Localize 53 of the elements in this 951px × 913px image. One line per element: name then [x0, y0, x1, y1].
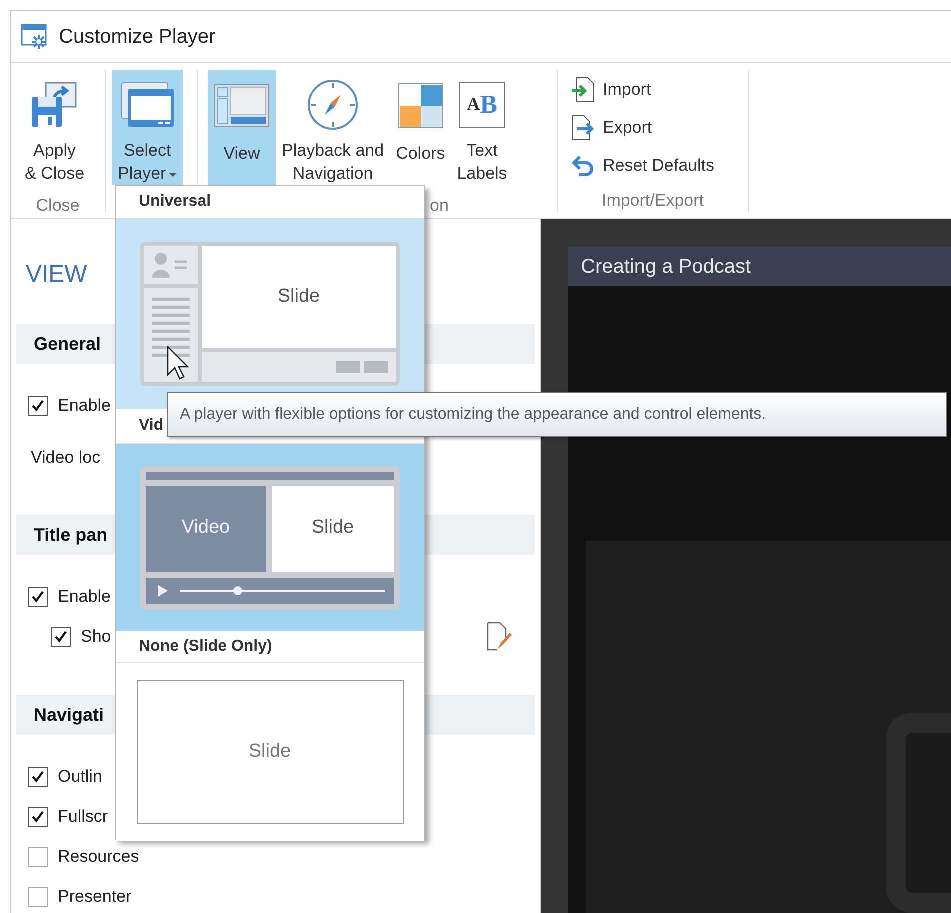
ribbon-small-button[interactable]: Export [571, 114, 714, 142]
floppy-disk-icon [30, 80, 80, 128]
text-style-icon: AB [459, 82, 506, 128]
ribbon-button[interactable]: Playback and Navigation [276, 70, 390, 185]
ribbon-group-label: Close [36, 195, 80, 217]
slide-label: Slide [312, 516, 354, 540]
window-title: Customize Player [59, 24, 216, 50]
course-title: Creating a Podcast [581, 254, 752, 280]
ribbon-button[interactable]: View [208, 70, 276, 185]
option-label: Outlin [58, 766, 102, 788]
option-label: Video loc [31, 446, 101, 468]
window-gear-icon [21, 24, 49, 50]
edit-document-icon[interactable] [486, 622, 512, 652]
option-label: Enable [58, 586, 111, 608]
undo-arrow-icon [571, 154, 595, 178]
import-document-icon [571, 77, 595, 103]
checkbox[interactable] [51, 627, 71, 647]
video-label: Video [182, 516, 230, 540]
player-option[interactable]: Video Slide [116, 444, 424, 631]
checkbox[interactable] [28, 887, 48, 907]
ribbon-button[interactable]: Select Player [112, 70, 184, 185]
checkbox[interactable] [28, 847, 48, 867]
checkbox[interactable] [28, 587, 48, 607]
option-label: Fullscr [58, 806, 108, 828]
section-title: Navigati [34, 704, 104, 727]
menu-section-title: None (Slide Only) [139, 636, 272, 656]
ribbon-small-button[interactable]: Reset Defaults [571, 152, 714, 180]
checkbox[interactable] [28, 396, 48, 416]
slide-label: Slide [278, 284, 320, 309]
ribbon-button[interactable]: Apply & Close [19, 70, 91, 185]
player-option[interactable]: Slide [116, 663, 424, 841]
checkbox[interactable] [28, 767, 48, 787]
player-option[interactable]: Slide [116, 219, 424, 409]
slide-label: Slide [248, 740, 292, 764]
checkbox[interactable] [28, 807, 48, 827]
section-title: General [34, 332, 102, 356]
option-label: Resources [58, 846, 140, 868]
ribbon-group-label: Import/Export [602, 190, 704, 212]
export-document-icon [571, 115, 595, 141]
ribbon-small-button[interactable]: Import [571, 76, 714, 104]
option-label: Presenter [58, 886, 132, 908]
window-icon [120, 80, 176, 128]
compass-icon [307, 78, 360, 130]
section-title: Title pan [34, 524, 108, 547]
option-label: Enable [58, 395, 111, 418]
color-swatches-icon [398, 83, 444, 129]
panel-heading: VIEW [25, 261, 88, 288]
ribbon-button[interactable]: Colors [390, 70, 452, 185]
menu-section-title: Vid [139, 416, 164, 436]
option-label: Sho [81, 626, 112, 648]
layout-icon [214, 84, 270, 128]
ribbon-button[interactable]: AB Text Labels [451, 70, 514, 185]
menu-section-title: Universal [139, 192, 212, 212]
